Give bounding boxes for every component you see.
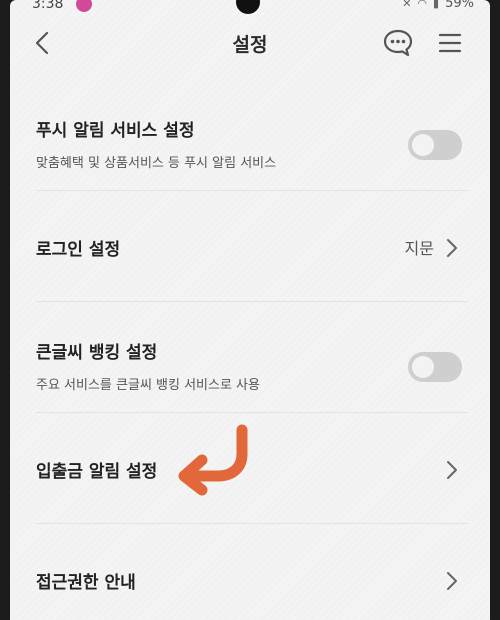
signal-icon: ▮: [433, 0, 440, 10]
setting-title: 큰글씨 뱅킹 설정: [36, 343, 158, 363]
chat-bubble-icon: [383, 29, 413, 57]
setting-title: 로그인 설정: [36, 240, 121, 260]
battery-level: 59%: [445, 0, 474, 11]
mute-icon: ✕: [402, 0, 412, 10]
chat-button[interactable]: [382, 28, 414, 58]
setting-row-push-notification[interactable]: 푸시 알림 서비스 설정 맞춤혜택 및 상품서비스 등 푸시 알림 서비스: [36, 80, 468, 191]
chevron-right-icon: [447, 572, 457, 590]
wifi-icon: ◠: [417, 0, 428, 10]
login-method-value: 지문: [404, 239, 434, 258]
setting-row-permissions-info[interactable]: 접근권한 안내: [36, 524, 468, 620]
status-time: 3:38: [32, 0, 64, 12]
toggle-knob: [412, 356, 434, 378]
curved-arrow-icon: [178, 424, 248, 496]
setting-title: 푸시 알림 서비스 설정: [36, 121, 195, 141]
setting-description: 맞춤혜택 및 상품서비스 등 푸시 알림 서비스: [36, 156, 277, 171]
setting-title: 접근권한 안내: [36, 573, 136, 593]
setting-row-large-text-banking[interactable]: 큰글씨 뱅킹 설정 주요 서비스를 큰글씨 뱅킹 서비스로 사용: [36, 302, 468, 413]
setting-row-login[interactable]: 로그인 설정 지문: [36, 191, 468, 302]
toggle-knob: [412, 134, 434, 156]
notification-app-icon: [76, 0, 92, 12]
large-text-banking-toggle[interactable]: [408, 352, 462, 382]
camera-notch: [236, 0, 260, 14]
device-frame: 3:38 ✕ ◠ ▮ 59% 설정 푸시 알림 서비스 설정 맞춤혜택 및 상품…: [0, 0, 500, 620]
push-notification-toggle[interactable]: [408, 130, 462, 160]
setting-description: 주요 서비스를 큰글씨 뱅킹 서비스로 사용: [36, 378, 260, 393]
app-screen: 3:38 ✕ ◠ ▮ 59% 설정 푸시 알림 서비스 설정 맞춤혜택 및 상품…: [10, 0, 490, 620]
chevron-right-icon: [447, 239, 457, 257]
settings-list: 푸시 알림 서비스 설정 맞춤혜택 및 상품서비스 등 푸시 알림 서비스 로그…: [36, 80, 468, 620]
app-header: 설정: [10, 14, 490, 74]
page-title: 설정: [232, 34, 268, 56]
chevron-right-icon: [447, 461, 457, 479]
status-indicators: ✕ ◠ ▮ 59%: [402, 0, 474, 11]
hamburger-menu-icon: [438, 33, 462, 53]
menu-button[interactable]: [436, 30, 464, 56]
setting-title: 입출금 알림 설정: [36, 462, 158, 482]
